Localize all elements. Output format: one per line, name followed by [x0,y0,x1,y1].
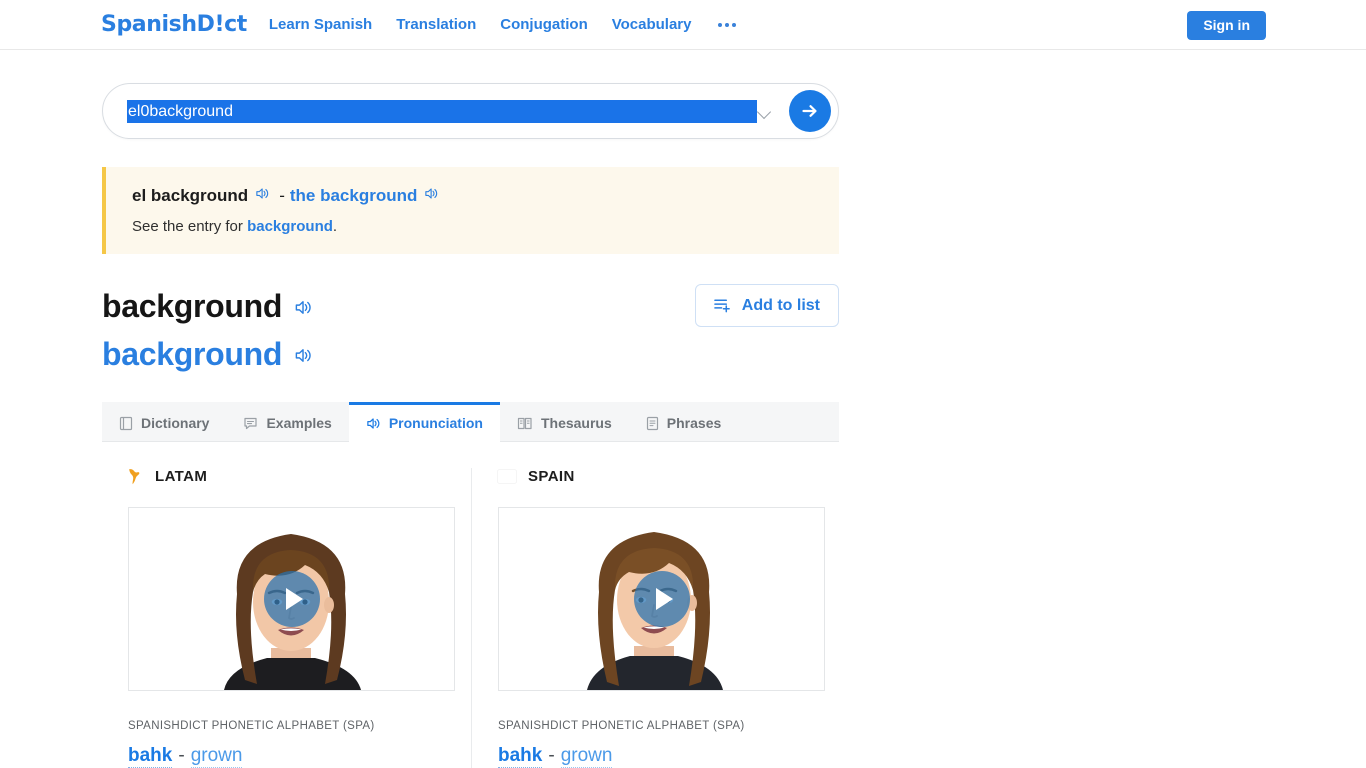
speaker-icon-headword-spanish[interactable] [294,334,313,374]
entry-tabs: Dictionary Examples Pronunciation Thesau… [102,402,839,442]
ellipsis-icon[interactable] [716,17,738,33]
tab-examples[interactable]: Examples [226,402,348,441]
document-icon [646,416,658,430]
list-add-icon [713,299,730,313]
chevron-down-icon[interactable] [757,103,773,119]
tab-pronunciation-label: Pronunciation [388,415,483,431]
speaker-icon-spanish[interactable] [255,185,270,207]
nav-item-learn-spanish[interactable]: Learn Spanish [269,16,372,33]
phonetic-value-latam: bahk - grown [128,745,447,768]
spain-flag-icon [498,470,516,483]
headword-spanish-row: background [102,334,317,374]
region-label-latam: LATAM [155,468,208,485]
search-input[interactable]: el0background [127,99,757,123]
tab-pronunciation[interactable]: Pronunciation [348,402,501,442]
phonetic-syllable-1-latam[interactable]: bahk [128,745,173,768]
phonetic-syllable-2-spain[interactable]: grown [560,745,613,768]
region-header-latam: LATAM [128,468,447,485]
add-to-list-label: Add to list [741,296,820,314]
pronunciation-panes: LATAM SPANISHDICT PHONETIC ALPHABET (SPA… [102,468,840,768]
tab-dictionary-label: Dictionary [141,415,210,431]
phonetic-separator-latam: - [178,745,185,766]
note-translation-line: el background - the background [132,185,819,207]
phonetic-alphabet-label-spain: SpanishDict Phonetic Alphabet (SPA) [498,720,745,732]
video-thumbnail-latam [129,508,454,690]
pronunciation-video-latam[interactable] [128,507,455,691]
tab-thesaurus-label: Thesaurus [540,415,612,431]
note-see-entry-link[interactable]: background [247,218,333,235]
add-to-list-button[interactable]: Add to list [694,284,839,327]
note-english-text[interactable]: the background [290,185,418,207]
note-see-entry-suffix: . [332,218,338,235]
note-see-entry-prefix: See the entry for [132,218,243,235]
video-thumbnail-spain [499,508,824,690]
note-spanish-text: el background [132,186,249,205]
book-closed-icon [119,416,133,430]
note-dash: - [279,186,285,205]
note-see-entry: See the entry for background. [132,218,819,235]
nav-item-translation[interactable]: Translation [396,16,476,33]
site-header: SpanishD!ct Learn Spanish Translation Co… [0,0,1366,50]
tab-dictionary[interactable]: Dictionary [102,402,226,441]
site-logo[interactable]: SpanishD!ct [101,12,247,37]
pronunciation-pane-spain: SPAIN SPANISHDICT PHONETIC ALPHABET (SPA… [471,468,840,768]
headword-english: background [102,288,283,324]
main-nav: Learn Spanish Translation Conjugation Vo… [269,16,738,33]
phonetic-alphabet-label-latam: SpanishDict Phonetic Alphabet (SPA) [128,720,375,732]
phonetic-separator-spain: - [548,745,555,766]
headword-group: background background [102,284,317,374]
tab-phrases[interactable]: Phrases [629,402,738,441]
region-header-spain: SPAIN [498,468,816,485]
nav-item-vocabulary[interactable]: Vocabulary [612,16,692,33]
book-open-icon [517,417,532,429]
tab-examples-label: Examples [266,415,332,431]
speaker-icon-headword-english[interactable] [294,286,313,326]
pronunciation-video-spain[interactable] [498,507,825,691]
region-label-spain: SPAIN [528,468,575,485]
speaker-icon-english[interactable] [424,185,439,207]
phonetic-syllable-1-spain[interactable]: bahk [498,745,543,768]
search-bar[interactable]: el0background [102,83,839,139]
tab-phrases-label: Phrases [666,415,722,431]
nav-item-conjugation[interactable]: Conjugation [500,16,587,33]
speaker-icon [367,417,380,429]
search-submit-button[interactable] [789,90,831,132]
pronunciation-pane-latam: LATAM SPANISHDICT PHONETIC ALPHABET (SPA… [102,468,471,768]
sign-in-button[interactable]: Sign in [1187,11,1266,40]
phonetic-value-spain: bahk - grown [498,745,816,768]
tab-thesaurus[interactable]: Thesaurus [500,402,629,441]
phonetic-syllable-2-latam[interactable]: grown [190,745,243,768]
latin-america-map-icon [129,469,140,485]
entry-header: background background Add to list [102,284,839,374]
page-body: el0background el background - the backgr… [0,83,1366,768]
translation-note: el background - the background See the e… [102,167,839,254]
arrow-right-icon [802,105,817,117]
headword-english-row: background [102,286,317,326]
headword-spanish[interactable]: background [102,334,282,374]
search-input-wrapper[interactable]: el0background [127,99,757,123]
speech-bubble-icon [244,417,258,429]
